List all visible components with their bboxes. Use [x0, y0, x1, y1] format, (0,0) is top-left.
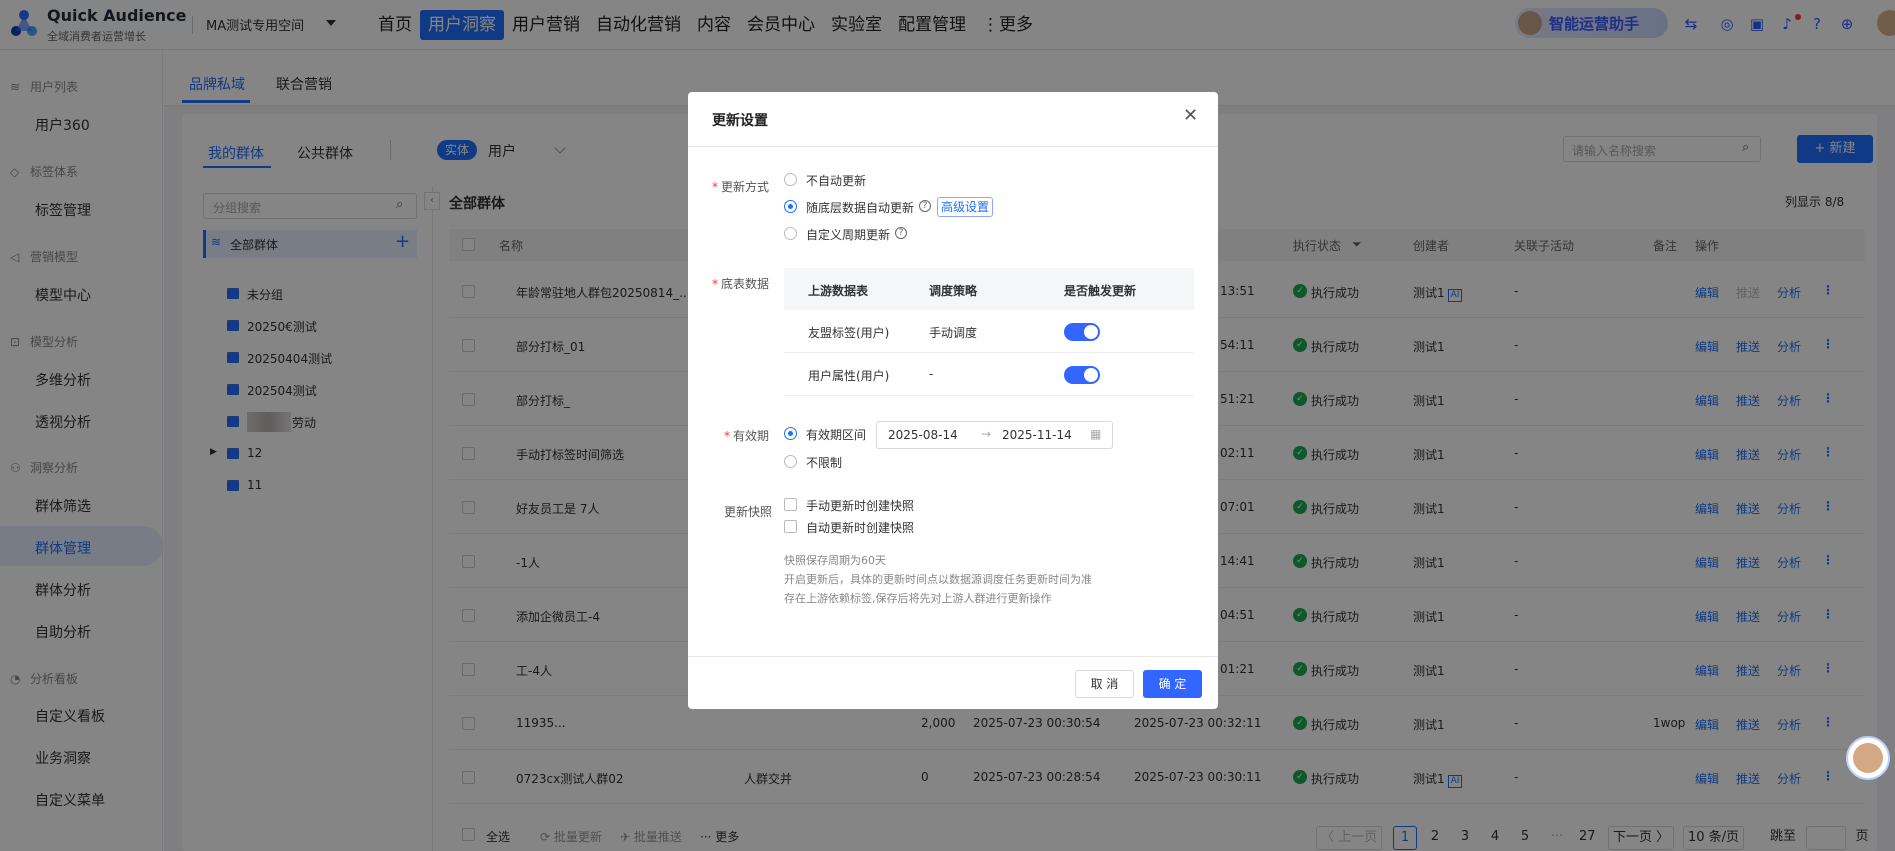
option-unlimited[interactable]: 不限制: [806, 454, 842, 471]
table-row: 用户属性(用户) -: [784, 353, 1194, 396]
base-data-table: 上游数据表 调度策略 是否触发更新 友盟标签(用户) 手动调度 用户属性(用户)…: [784, 268, 1194, 396]
col-upstream-table: 上游数据表: [808, 284, 869, 298]
cancel-button[interactable]: 取 消: [1075, 670, 1134, 698]
divider: [688, 146, 1218, 147]
radio-unlimited[interactable]: [784, 455, 797, 468]
option-validity-range[interactable]: 有效期区间: [806, 426, 866, 443]
trigger-update-toggle[interactable]: [1064, 366, 1100, 384]
snapshot-tip: 快照保存周期为60天: [784, 554, 886, 567]
base-data-label: * 底表数据: [712, 277, 770, 291]
modal-title: 更新设置: [712, 113, 768, 129]
schedule-strategy: 手动调度: [929, 326, 978, 340]
confirm-button[interactable]: 确 定: [1143, 670, 1202, 698]
auto-snapshot-label[interactable]: 自动更新时创建快照: [806, 519, 914, 536]
col-schedule-strategy: 调度策略: [929, 284, 978, 298]
auto-snapshot-checkbox[interactable]: [784, 520, 797, 533]
upstream-table-name: 友盟标签(用户): [808, 326, 890, 340]
radio-no-auto-update[interactable]: [784, 173, 797, 186]
date-range-picker[interactable]: 2025-08-14 → 2025-11-14 ▦: [876, 421, 1113, 449]
radio-auto-update[interactable]: [784, 200, 797, 213]
trigger-update-toggle[interactable]: [1064, 323, 1100, 341]
divider: [688, 656, 1218, 657]
help-icon[interactable]: ?: [919, 200, 931, 212]
arrow-right-icon: →: [981, 427, 992, 441]
assistant-avatar: [1853, 743, 1883, 773]
schedule-strategy: -: [929, 367, 934, 381]
update-tip: 开启更新后，具体的更新时间点以数据源调度任务更新时间为准: [784, 573, 1092, 586]
upstream-table-name: 用户属性(用户): [808, 369, 890, 383]
update-settings-modal: 更新设置 ✕ * 更新方式 不自动更新 随底层数据自动更新 ? 高级设置 自定义周…: [688, 92, 1218, 709]
snapshot-label: 更新快照: [724, 505, 773, 519]
col-trigger-update: 是否触发更新: [1064, 284, 1137, 298]
manual-snapshot-label[interactable]: 手动更新时创建快照: [806, 497, 914, 514]
radio-custom-cycle[interactable]: [784, 227, 797, 240]
option-custom-cycle[interactable]: 自定义周期更新: [806, 226, 890, 243]
base-data-header: 上游数据表 调度策略 是否触发更新: [784, 268, 1194, 310]
assistant-float-button[interactable]: [1846, 736, 1890, 780]
validity-label: * 有效期: [724, 429, 770, 443]
option-no-auto-update[interactable]: 不自动更新: [806, 172, 866, 189]
advanced-settings-link[interactable]: 高级设置: [937, 197, 994, 217]
help-icon[interactable]: ?: [895, 227, 907, 239]
date-end[interactable]: 2025-11-14: [1002, 428, 1072, 442]
table-row: 友盟标签(用户) 手动调度: [784, 310, 1194, 353]
manual-snapshot-checkbox[interactable]: [784, 498, 797, 511]
calendar-icon[interactable]: ▦: [1090, 427, 1101, 441]
radio-validity-range[interactable]: [784, 427, 797, 440]
date-start[interactable]: 2025-08-14: [888, 428, 958, 442]
dependency-tip: 存在上游依赖标签,保存后将先对上游人群进行更新操作: [784, 592, 1052, 605]
update-mode-label: * 更新方式: [712, 180, 770, 194]
option-auto-update[interactable]: 随底层数据自动更新: [806, 199, 914, 216]
close-icon[interactable]: ✕: [1183, 105, 1198, 126]
